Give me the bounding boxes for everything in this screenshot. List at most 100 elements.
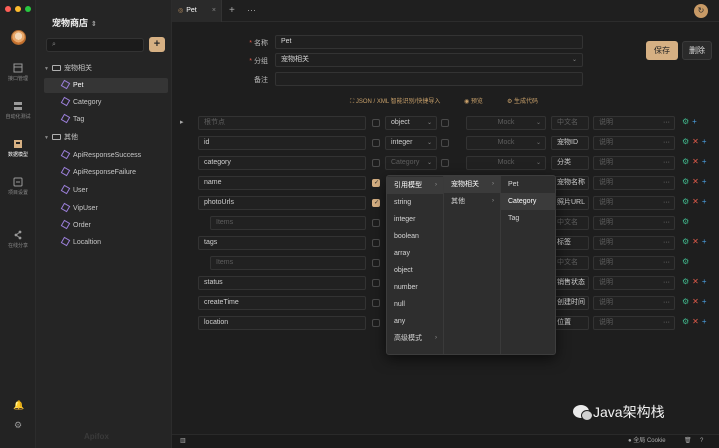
add-icon[interactable]: + bbox=[702, 277, 707, 286]
field-name-input[interactable]: name bbox=[198, 176, 366, 190]
smart-import-link[interactable]: ⛶ JSON / XML 智能识别/快捷导入 bbox=[350, 96, 440, 106]
type-menu-item[interactable]: 宠物相关 › bbox=[444, 176, 500, 193]
field-name-input[interactable]: tags bbox=[198, 236, 366, 250]
more-icon[interactable]: ··· bbox=[663, 197, 670, 209]
settings-icon[interactable]: ⚙ bbox=[682, 257, 689, 266]
tree-item-localtion[interactable]: Localtion bbox=[44, 235, 168, 250]
settings-icon[interactable]: ⚙ bbox=[682, 317, 689, 326]
description-input[interactable]: 说明 ··· bbox=[593, 176, 675, 190]
tree-item-vipuser[interactable]: VipUser bbox=[44, 201, 168, 216]
delete-icon[interactable]: ✕ bbox=[692, 177, 699, 186]
required-checkbox[interactable] bbox=[372, 159, 380, 167]
type-menu-item[interactable]: integer bbox=[387, 211, 443, 228]
add-model-button[interactable]: + bbox=[149, 37, 165, 52]
field-name-input[interactable]: id bbox=[198, 136, 366, 150]
description-input[interactable]: 说明 ··· bbox=[593, 216, 675, 230]
chinese-name-input[interactable]: 宠物名称 bbox=[551, 176, 589, 190]
type-menu-item[interactable]: null bbox=[387, 296, 443, 313]
chinese-name-input[interactable]: 中文名 bbox=[551, 256, 589, 270]
field-name-input[interactable]: Items bbox=[210, 256, 366, 270]
chinese-name-input[interactable]: 中文名 bbox=[551, 116, 589, 130]
more-icon[interactable]: ··· bbox=[663, 277, 670, 289]
settings-icon[interactable]: ⚙ bbox=[682, 237, 689, 246]
rail-item-api[interactable]: 接口管理 bbox=[0, 63, 36, 82]
more-icon[interactable]: ··· bbox=[663, 157, 670, 169]
field-name-input[interactable]: status bbox=[198, 276, 366, 290]
field-name-input[interactable]: category bbox=[198, 156, 366, 170]
tree-item-order[interactable]: Order bbox=[44, 218, 168, 233]
nullable-checkbox[interactable] bbox=[441, 139, 449, 147]
tab-pet[interactable]: ◎ Pet × bbox=[172, 0, 222, 22]
more-icon[interactable]: ··· bbox=[663, 217, 670, 229]
add-icon[interactable]: + bbox=[702, 237, 707, 246]
type-menu-item[interactable]: any bbox=[387, 313, 443, 330]
close-icon[interactable]: × bbox=[212, 0, 216, 22]
chinese-name-input[interactable]: 位置 bbox=[551, 316, 589, 330]
settings-icon[interactable]: ⚙ bbox=[682, 177, 689, 186]
field-type-select[interactable]: object ⌄ bbox=[385, 116, 437, 130]
collapse-toggle-icon[interactable]: ▸ bbox=[180, 118, 184, 126]
field-type-select[interactable]: Category ⌄ bbox=[385, 156, 437, 170]
field-name-input[interactable]: photoUrls bbox=[198, 196, 366, 210]
trash-icon[interactable]: 🗑 bbox=[684, 435, 692, 448]
chinese-name-input[interactable]: 照片URL bbox=[551, 196, 589, 210]
chinese-name-input[interactable]: 宠物ID bbox=[551, 136, 589, 150]
tree-item-pet[interactable]: Pet bbox=[44, 78, 168, 93]
delete-icon[interactable]: ✕ bbox=[692, 137, 699, 146]
minimize-window-button[interactable] bbox=[15, 6, 21, 12]
delete-icon[interactable]: ✕ bbox=[692, 197, 699, 206]
description-input[interactable]: 说明 ··· bbox=[593, 296, 675, 310]
add-icon[interactable]: + bbox=[702, 177, 707, 186]
description-input[interactable]: 说明 ··· bbox=[593, 256, 675, 270]
type-menu-item[interactable]: Tag bbox=[501, 210, 556, 227]
chinese-name-input[interactable]: 标签 bbox=[551, 236, 589, 250]
tree-folder-pets[interactable]: ▼ 宠物相关 bbox=[44, 61, 168, 76]
delete-icon[interactable]: ✕ bbox=[692, 277, 699, 286]
more-icon[interactable]: ··· bbox=[663, 317, 670, 329]
generate-code-link[interactable]: ⚙ 生成代码 bbox=[507, 96, 538, 105]
field-name-input[interactable]: Items bbox=[210, 216, 366, 230]
rail-item-test[interactable]: 自动化测试 bbox=[0, 101, 36, 120]
more-icon[interactable]: ··· bbox=[247, 0, 256, 20]
type-menu-item[interactable]: 引用模型 › bbox=[387, 177, 443, 194]
tree-item-apiresponsefailure[interactable]: ApiResponseFailure bbox=[44, 165, 168, 180]
description-input[interactable]: 说明 ··· bbox=[593, 116, 675, 130]
rail-item-model[interactable]: 数据模型 bbox=[0, 139, 36, 158]
tree-item-user[interactable]: User bbox=[44, 183, 168, 198]
tree-folder-other[interactable]: ▼ 其他 bbox=[44, 130, 168, 145]
required-checkbox[interactable] bbox=[372, 239, 380, 247]
chinese-name-input[interactable]: 分类 bbox=[551, 156, 589, 170]
mock-input[interactable]: Mock ⌄ bbox=[466, 156, 546, 170]
type-menu-item[interactable]: Category bbox=[501, 193, 556, 210]
sync-icon[interactable]: ↻ bbox=[694, 4, 708, 18]
avatar[interactable] bbox=[11, 30, 26, 45]
add-icon[interactable]: + bbox=[702, 297, 707, 306]
type-menu-item[interactable]: 高级模式 › bbox=[387, 330, 443, 347]
rail-item-settings[interactable]: 项目设置 bbox=[0, 177, 36, 196]
add-icon[interactable]: + bbox=[702, 157, 707, 166]
delete-icon[interactable]: ✕ bbox=[692, 157, 699, 166]
required-checkbox[interactable] bbox=[372, 299, 380, 307]
more-icon[interactable]: ··· bbox=[663, 137, 670, 149]
required-checkbox[interactable] bbox=[372, 199, 380, 207]
type-menu-item[interactable]: string bbox=[387, 194, 443, 211]
required-checkbox[interactable] bbox=[372, 319, 380, 327]
chinese-name-input[interactable]: 创建时间 bbox=[551, 296, 589, 310]
field-name-input[interactable]: createTime bbox=[198, 296, 366, 310]
settings-icon[interactable]: ⚙ bbox=[682, 157, 689, 166]
description-input[interactable]: 说明 ··· bbox=[593, 136, 675, 150]
mock-input[interactable]: Mock ⌄ bbox=[466, 116, 546, 130]
type-menu-item[interactable]: array bbox=[387, 245, 443, 262]
description-input[interactable]: 说明 ··· bbox=[593, 156, 675, 170]
description-input[interactable]: 说明 ··· bbox=[593, 316, 675, 330]
save-button[interactable]: 保存 bbox=[646, 41, 678, 60]
settings-icon[interactable]: ⚙ bbox=[682, 117, 689, 126]
settings-icon[interactable]: ⚙ bbox=[682, 137, 689, 146]
sidebar-toggle-icon[interactable]: ▥ bbox=[180, 435, 186, 448]
more-icon[interactable]: ··· bbox=[663, 237, 670, 249]
tree-item-tag[interactable]: Tag bbox=[44, 112, 168, 127]
project-selector[interactable]: 宠物商店 ⇕ bbox=[52, 16, 97, 29]
required-checkbox[interactable] bbox=[372, 219, 380, 227]
new-tab-button[interactable]: + bbox=[229, 0, 235, 22]
description-input[interactable]: 说明 ··· bbox=[593, 236, 675, 250]
